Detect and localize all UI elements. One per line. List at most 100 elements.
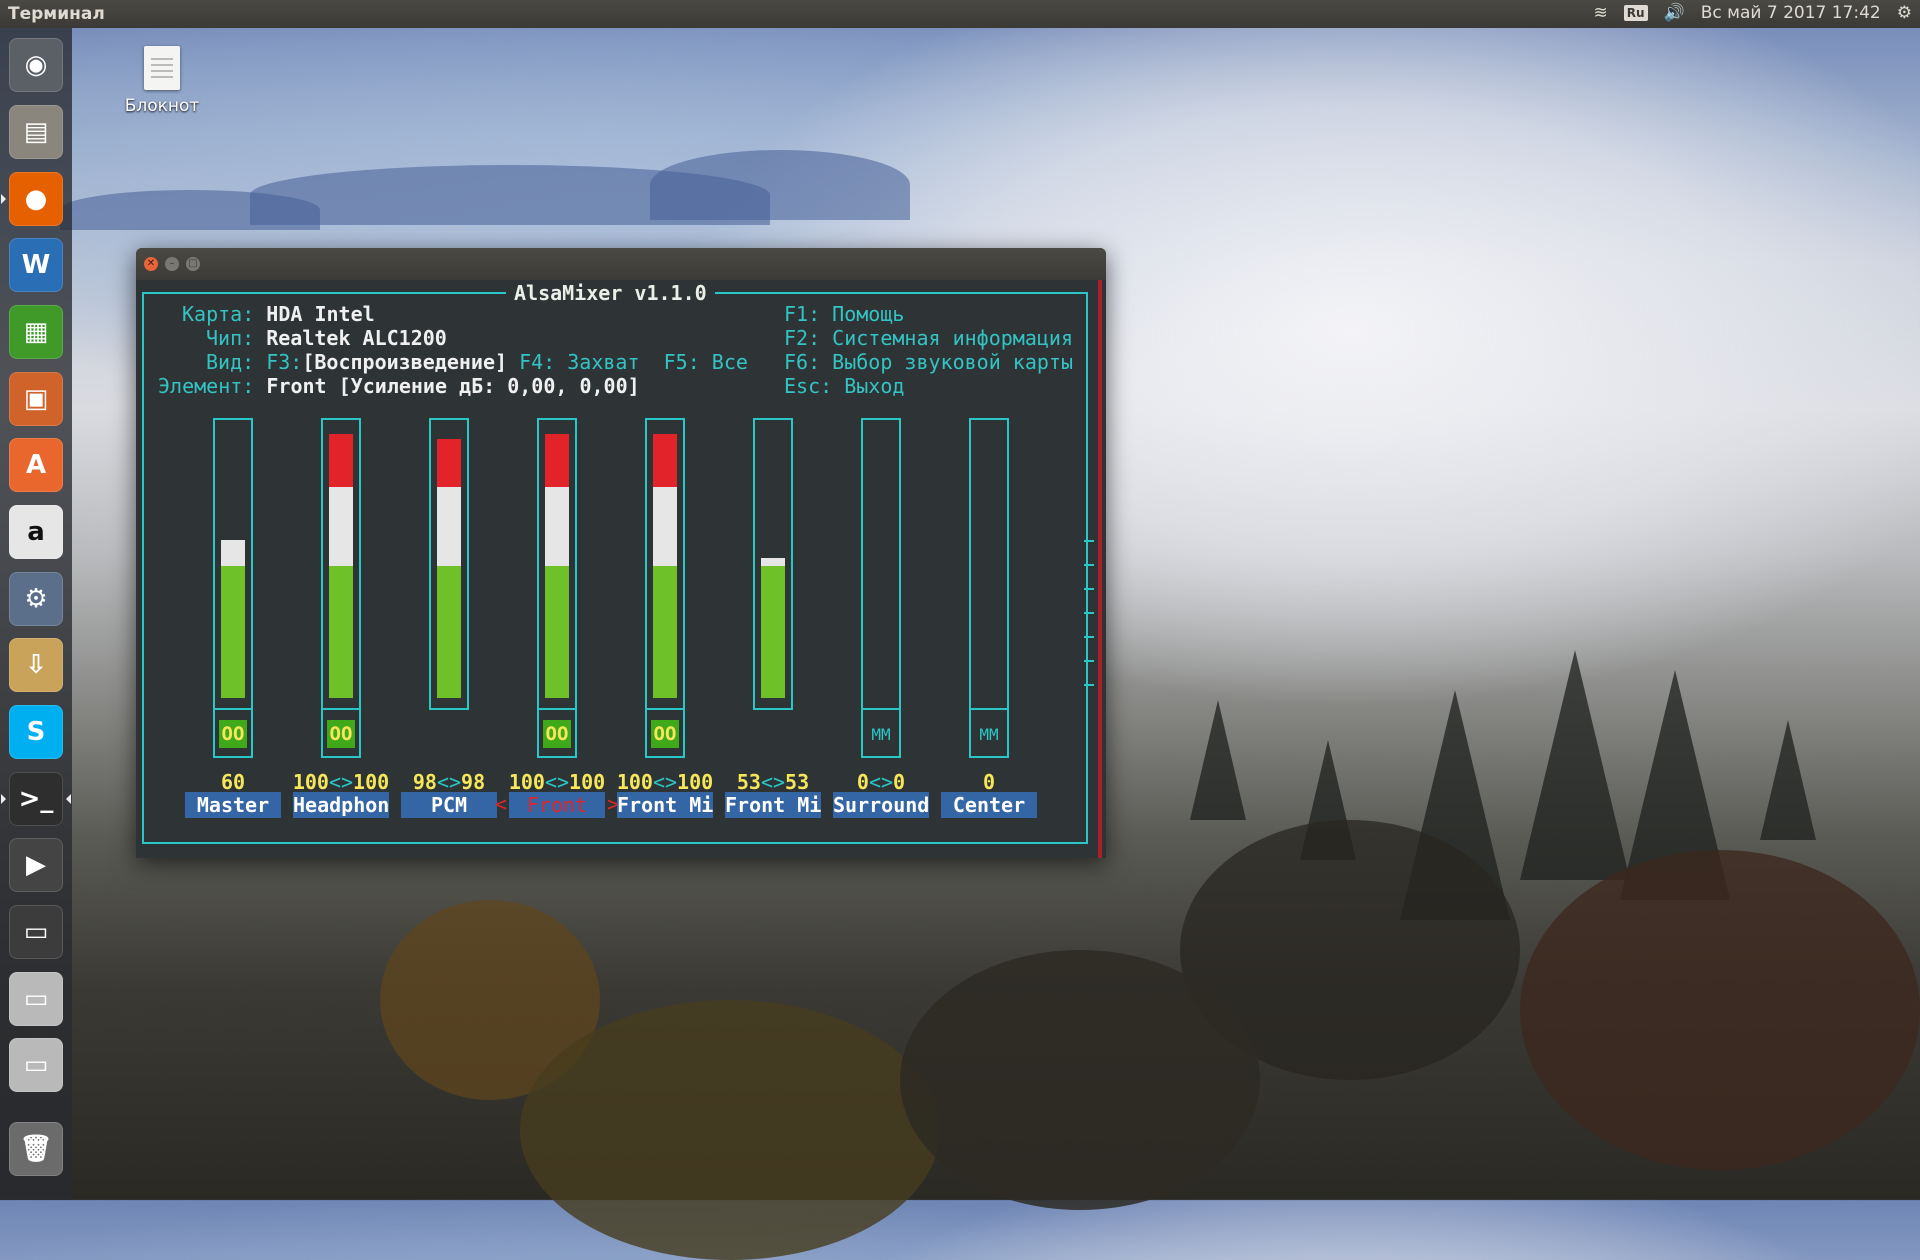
mute-switch-box[interactable]: OO <box>321 708 361 758</box>
selection-marker-left: < <box>495 792 508 816</box>
card-value: HDA Intel <box>266 302 375 326</box>
view-capture[interactable]: F4: Захват <box>519 350 639 374</box>
element-label: Элемент: <box>158 374 255 398</box>
level-segment <box>653 566 677 698</box>
view-playback[interactable]: [Воспроизведение] <box>302 350 507 374</box>
level-segment <box>221 540 245 566</box>
channel-value: 100<>100 <box>616 770 714 794</box>
unmuted-indicator[interactable]: OO <box>651 720 679 748</box>
firefox-icon[interactable]: ● <box>9 172 63 226</box>
mute-switch-box[interactable]: MM <box>969 708 1009 758</box>
floppy-save-icon[interactable]: ▭ <box>9 905 63 959</box>
window-titlebar[interactable]: ✕ – □ <box>136 248 1106 280</box>
volume-slider[interactable] <box>969 418 1009 710</box>
software-center-icon[interactable]: A <box>9 438 63 492</box>
element-value: Front [Усиление дБ: 0,00, 0,00] <box>266 374 640 398</box>
volume-level <box>545 434 569 698</box>
channel-value: 53<>53 <box>736 770 810 794</box>
indicator-area: ≋ Ru 🔊 Вс май 7 2017 17:42 ⚙ <box>1594 3 1912 23</box>
unmuted-indicator[interactable]: OO <box>543 720 571 748</box>
volume-slider[interactable] <box>429 418 469 710</box>
select-card-key[interactable]: F6: Выбор звуковой карты <box>784 350 1073 374</box>
unmuted-indicator[interactable]: OO <box>327 720 355 748</box>
clock[interactable]: Вс май 7 2017 17:42 <box>1701 3 1881 23</box>
view-label: Вид: <box>206 350 255 374</box>
channel-name[interactable]: Master <box>185 792 281 818</box>
channel-name[interactable]: PCM <box>401 792 497 818</box>
channel-name[interactable]: Front <box>509 792 605 818</box>
level-segment <box>329 566 353 698</box>
muted-indicator[interactable]: MM <box>975 720 1003 748</box>
archive-manager-icon[interactable]: ⇩ <box>9 638 63 692</box>
focused-indicator <box>66 794 71 804</box>
volume-slider[interactable] <box>861 418 901 710</box>
volume-slider[interactable] <box>321 418 361 710</box>
channel-value: 60 <box>220 770 246 794</box>
terminal-icon[interactable]: >_ <box>9 772 63 826</box>
volume-level <box>653 434 677 698</box>
trash-icon[interactable]: 🗑 <box>9 1122 63 1176</box>
libreoffice-calc-icon[interactable]: ▦ <box>9 305 63 359</box>
amazon-icon[interactable]: a <box>9 505 63 559</box>
view-all[interactable]: F5: Все <box>664 350 748 374</box>
level-segment <box>329 434 353 487</box>
unmuted-indicator[interactable]: OO <box>219 720 247 748</box>
drive-2-icon[interactable]: ▭ <box>9 1038 63 1092</box>
volume-icon[interactable]: 🔊 <box>1664 3 1685 23</box>
level-segment <box>653 434 677 487</box>
level-segment <box>545 566 569 698</box>
libreoffice-writer-icon[interactable]: W <box>9 238 63 292</box>
skype-icon[interactable]: S <box>9 705 63 759</box>
minimize-button[interactable]: – <box>165 257 179 271</box>
channel-value: 0<>0 <box>856 770 906 794</box>
drive-icon[interactable]: ▭ <box>9 972 63 1026</box>
close-button[interactable]: ✕ <box>144 257 158 271</box>
terminal-content[interactable]: AlsaMixer v1.1.0 Карта: HDA Intel Чип: R… <box>136 280 1106 858</box>
channel-value: 100<>100 <box>508 770 606 794</box>
view-f3-key[interactable]: F3: <box>266 350 302 374</box>
system-info-key[interactable]: F2: Системная информация <box>784 326 1073 350</box>
channel-name[interactable]: Surround <box>833 792 929 818</box>
running-indicator <box>1 194 6 204</box>
text-document-icon <box>144 46 180 90</box>
muted-indicator[interactable]: MM <box>867 720 895 748</box>
keyboard-layout-indicator[interactable]: Ru <box>1623 5 1648 21</box>
volume-level <box>437 434 461 698</box>
volume-slider[interactable] <box>645 418 685 710</box>
chip-label: Чип: <box>206 326 255 350</box>
exit-key[interactable]: Esc: Выход <box>784 374 904 398</box>
ubuntu-dash-icon[interactable]: ◉ <box>9 38 63 92</box>
system-settings-icon[interactable]: ⚙ <box>9 572 63 626</box>
level-segment <box>437 439 461 487</box>
mute-switch-box[interactable]: OO <box>645 708 685 758</box>
volume-level <box>761 434 785 698</box>
level-segment <box>329 487 353 566</box>
channel-name[interactable]: Front Mi <box>617 792 713 818</box>
mute-switch-box[interactable]: MM <box>861 708 901 758</box>
file-manager-icon[interactable]: ▤ <box>9 105 63 159</box>
libreoffice-impress-icon[interactable]: ▣ <box>9 372 63 426</box>
level-segment <box>761 558 785 566</box>
channel-name[interactable]: Center <box>941 792 1037 818</box>
video-editor-icon[interactable]: ▶ <box>9 838 63 892</box>
gear-icon[interactable]: ⚙ <box>1897 3 1912 23</box>
mute-switch-box[interactable]: OO <box>537 708 577 758</box>
channel-value: 100<>100 <box>292 770 390 794</box>
wifi-icon[interactable]: ≋ <box>1594 3 1608 23</box>
volume-level <box>977 434 1001 698</box>
channel-value: 0 <box>982 770 996 794</box>
card-label: Карта: <box>182 302 255 326</box>
window-edge <box>1098 280 1102 858</box>
desktop-icon-notepad[interactable]: Блокнот <box>112 46 212 116</box>
help-key[interactable]: F1: Помощь <box>784 302 904 326</box>
mute-switch-box[interactable]: OO <box>213 708 253 758</box>
maximize-button[interactable]: □ <box>186 257 200 271</box>
volume-slider[interactable] <box>213 418 253 710</box>
volume-slider[interactable] <box>753 418 793 710</box>
channel-name[interactable]: Headphon <box>293 792 389 818</box>
volume-level <box>869 434 893 698</box>
volume-slider[interactable] <box>537 418 577 710</box>
top-panel: Терминал ≋ Ru 🔊 Вс май 7 2017 17:42 ⚙ <box>0 0 1920 28</box>
channel-name[interactable]: Front Mi <box>725 792 821 818</box>
launcher: ◉ ▤ ● W ▦ ▣ Aa ⚙ ⇩ S >_ ▶ ▭ ▭ ▭ 🗑 <box>0 28 72 1200</box>
